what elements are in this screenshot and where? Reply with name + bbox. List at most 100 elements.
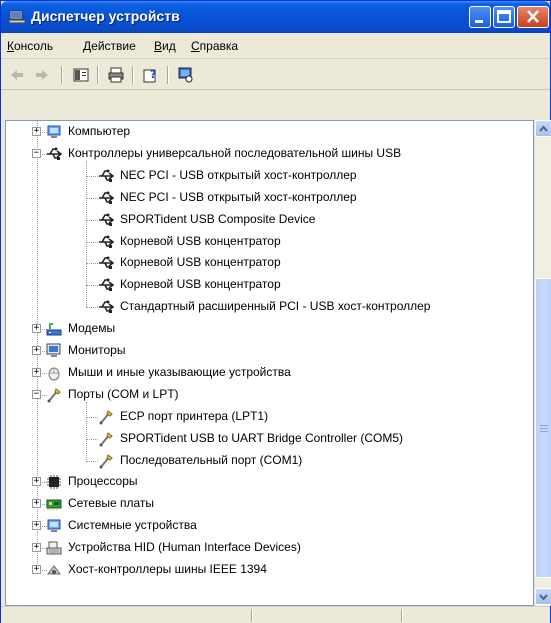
expand-button[interactable]: + [32,324,41,334]
computer-icon [47,125,61,138]
tree-item-label: Сетевые платы [68,496,155,511]
menu-help[interactable]: Справка [191,39,238,53]
status-pane-divider [401,609,403,622]
usb-icon [99,300,114,314]
close-button[interactable] [517,6,549,28]
title-bar[interactable]: Диспетчер устройств [1,1,550,33]
tree-category[interactable]: + Модемы [6,318,533,340]
tree-item-label: Процессоры [68,474,138,489]
ieee1394-icon [47,565,61,575]
modem-icon [46,323,62,336]
tree-item-label: Стандартный расширенный PCI - USB хост-к… [120,299,431,314]
expand-button[interactable]: + [32,543,41,553]
device-tree[interactable]: + Компьютер − Контроллеры универсальной пос… [5,120,534,606]
scroll-thumb[interactable] [535,278,551,578]
maximize-button[interactable] [493,6,515,28]
tree-category[interactable]: + Мыши и иные указывающие устройства [6,362,533,384]
usb-icon [47,147,62,160]
tree-item-label: ECP порт принтера (LPT1) [120,408,269,423]
tree-item-label: Модемы [68,321,116,336]
scroll-down-button[interactable] [535,588,551,605]
forward-arrow-icon[interactable] [34,67,50,83]
menu-bar: Консоль Действие Вид Справка [1,33,550,59]
help-icon[interactable]: ? [143,67,159,83]
back-arrow-icon[interactable] [9,67,25,83]
port-icon [99,453,113,468]
tree-top-margin [5,91,550,120]
usb-icon [99,235,114,248]
tree-category[interactable]: + Процессоры [6,471,533,493]
hid-icon [46,541,62,555]
properties-icon[interactable] [73,67,89,83]
usb-icon [99,278,114,292]
tree-category[interactable]: + Хост-контроллеры шины IEEE 1394 [6,559,533,581]
status-pane-divider [251,609,253,622]
tree-category[interactable]: + Системные устройства [6,515,533,537]
menu-console[interactable]: Консоль [7,39,53,53]
tree-item-label: Мониторы [68,343,126,357]
tree-category[interactable]: + Устройства HID (Human Interface Devices… [6,537,533,559]
tree-connector-line [86,401,87,461]
vertical-scrollbar[interactable] [534,120,551,606]
expand-button[interactable]: + [32,521,41,531]
port-icon [99,409,113,425]
toolbar: ? [1,60,550,90]
window-title: Диспетчер устройств [31,8,180,24]
tree-item-label: Хост-контроллеры шины IEEE 1394 [68,562,267,576]
tree-item-label: Системные устройства [68,518,197,533]
tree-category[interactable]: + Компьютер [6,121,533,143]
tree-item-label: Корневой USB концентратор [120,233,281,248]
device-manager-icon [9,10,25,24]
toolbar-separator [167,66,169,84]
tree-item-label: Порты (COM и LPT) [68,386,179,401]
thumb-grip [540,428,548,429]
tree-item-label: Корневой USB концентратор [120,255,281,270]
expand-button[interactable]: + [32,367,41,377]
expand-button[interactable]: + [32,565,41,574]
scroll-up-button[interactable] [535,120,551,137]
chevron-up-icon [539,125,548,132]
port-icon [47,387,61,403]
device-manager-window: Диспетчер устройств Консоль Действие Вид… [0,0,551,623]
tree-item-label: SPORTident USB to UART Bridge Controller… [120,430,403,445]
tree-item-label: NEC PCI - USB открытый хост-контроллер [120,167,357,182]
usb-icon [99,256,114,270]
tree-connector-line [86,160,87,308]
tree-item-label: Устройства HID (Human Interface Devices) [68,540,301,555]
expand-button[interactable]: + [32,127,41,136]
tree-item-label: Компьютер [68,124,131,138]
menu-action[interactable]: Действие [83,39,136,53]
print-icon[interactable] [108,67,124,83]
svg-text:?: ? [150,68,156,81]
tree-item-label: NEC PCI - USB открытый хост-контроллер [120,189,357,204]
close-icon [527,10,539,23]
minimize-icon [475,20,483,23]
menu-view[interactable]: Вид [154,39,176,53]
collapse-button[interactable]: − [32,148,41,158]
port-icon [99,431,113,447]
minimize-button[interactable] [469,6,491,28]
toolbar-separator [61,66,63,84]
maximize-icon [497,10,511,23]
tree-item-label: Корневой USB концентратор [120,277,281,292]
computer-icon [47,519,61,533]
usb-icon [99,169,114,182]
expand-button[interactable]: + [32,499,41,509]
expand-button[interactable]: + [32,346,41,355]
processor-icon [47,475,61,490]
toolbar-separator [132,66,134,84]
usb-icon [99,213,114,226]
tree-category[interactable]: + Мониторы [6,340,533,362]
scan-hardware-icon[interactable] [178,67,194,83]
expand-button[interactable]: + [32,477,41,487]
tree-item-label: Мыши и иные указывающие устройства [68,364,291,379]
thumb-grip [540,431,548,432]
thumb-grip [540,425,548,426]
toolbar-separator [97,66,99,84]
tree-category[interactable]: + Сетевые платы [6,493,533,515]
tree-item-label: SPORTident USB Composite Device [120,211,316,226]
status-bar [1,606,550,623]
tree-item-label: Последовательный порт (COM1) [120,452,303,467]
collapse-button[interactable]: − [32,389,41,399]
chevron-down-icon [539,594,548,601]
